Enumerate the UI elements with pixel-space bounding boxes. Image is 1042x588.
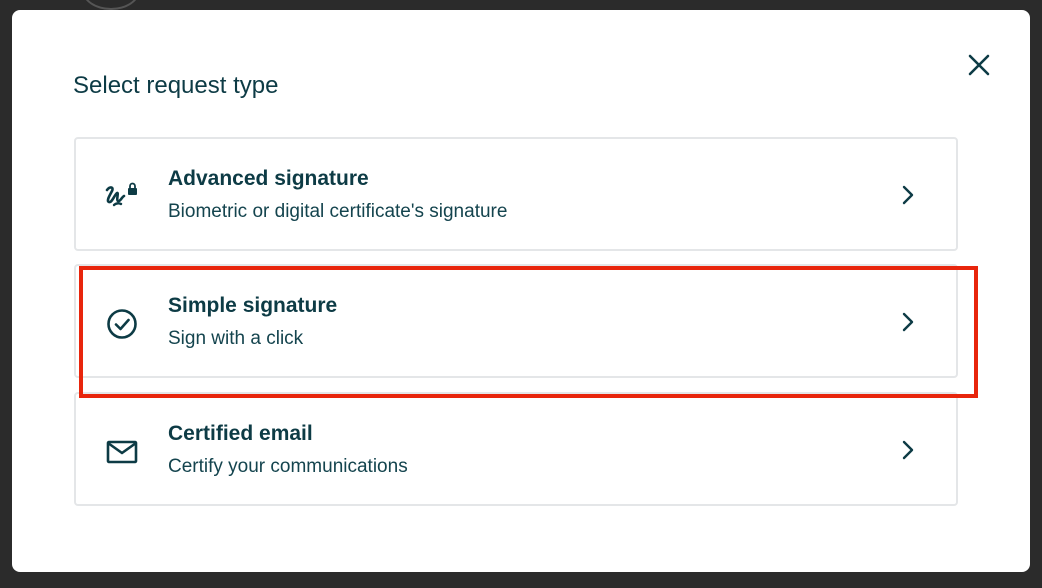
- option-title: Advanced signature: [168, 167, 369, 190]
- option-description: Sign with a click: [168, 328, 304, 349]
- check-circle-icon: [104, 306, 140, 342]
- chevron-right-icon: [896, 438, 920, 462]
- close-button[interactable]: [962, 48, 996, 82]
- dialog-title: Select request type: [73, 72, 279, 99]
- signature-lock-icon: [104, 179, 140, 215]
- option-title: Certified email: [168, 422, 313, 445]
- option-description: Certify your communications: [168, 456, 408, 477]
- chevron-right-icon: [896, 183, 920, 207]
- chevron-right-icon: [896, 310, 920, 334]
- option-simple-signature[interactable]: Simple signature Sign with a click: [74, 264, 958, 378]
- option-description: Biometric or digital certificate's signa…: [168, 201, 508, 222]
- option-certified-email[interactable]: Certified email Certify your communicati…: [74, 392, 958, 506]
- close-icon: [968, 54, 990, 76]
- request-type-dialog: Select request type Advanced signature B…: [12, 10, 1030, 572]
- option-advanced-signature[interactable]: Advanced signature Biometric or digital …: [74, 137, 958, 251]
- envelope-icon: [104, 434, 140, 470]
- backdrop-decoration: [82, 0, 140, 10]
- option-title: Simple signature: [168, 294, 338, 317]
